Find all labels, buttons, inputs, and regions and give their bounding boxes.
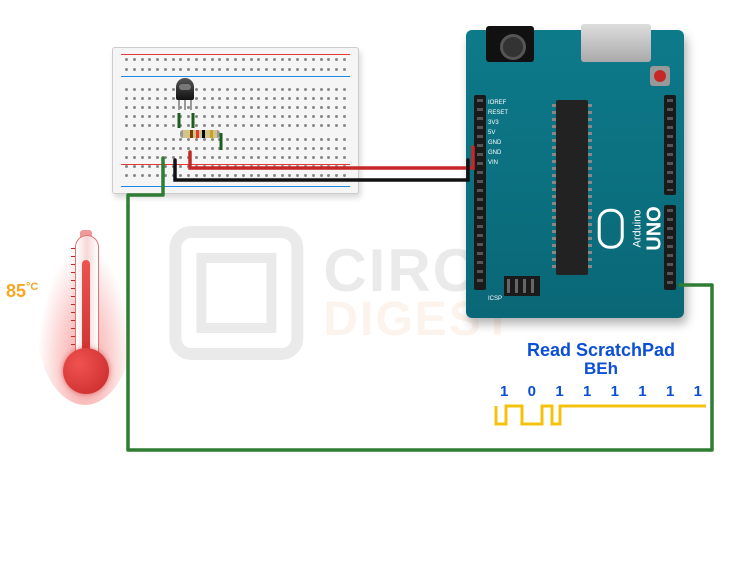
model-label: UNO — [643, 206, 666, 250]
pin-label: 3V3 — [488, 120, 499, 126]
infinity-icon — [597, 209, 623, 249]
pin-label: VIN — [488, 160, 498, 166]
usb-port — [581, 24, 651, 62]
power-jack — [486, 26, 534, 62]
temperature-readout: 85°C — [6, 281, 38, 302]
signal-bits-row: 1 0 1 1 1 1 1 1 — [492, 379, 710, 400]
bit: 1 — [666, 383, 674, 400]
breadboard — [112, 47, 359, 194]
temp-unit: °C — [26, 281, 38, 293]
brand-label: Arduino — [631, 206, 643, 250]
microcontroller-chip — [556, 100, 588, 275]
bit: 1 — [500, 383, 508, 400]
digital-header-1[interactable] — [664, 95, 676, 195]
bit: 1 — [638, 383, 646, 400]
power-analog-header[interactable] — [474, 95, 486, 290]
pullup-resistor — [180, 130, 220, 138]
watermark-chip-icon — [169, 226, 303, 360]
thermometer-icon — [45, 230, 125, 415]
signal-waveform — [492, 402, 710, 430]
signal-title: Read ScratchPad — [492, 340, 710, 361]
pin-label: 5V — [488, 130, 495, 136]
arduino-logo: Arduino UNO — [597, 206, 666, 250]
bit: 0 — [528, 383, 536, 400]
bb-rail-bot-neg — [121, 186, 350, 187]
temperature-sensor — [176, 78, 194, 100]
bb-rail-top-pos — [121, 54, 350, 55]
signal-hex: BEh — [492, 359, 710, 379]
reset-button[interactable] — [650, 66, 670, 86]
pin-label: IOREF — [488, 100, 506, 106]
icsp-header[interactable] — [504, 276, 540, 296]
pin-label: GND — [488, 150, 501, 156]
bit: 1 — [611, 383, 619, 400]
arduino-board: Arduino UNO IOREF RESET 3V3 5V GND GND V… — [466, 30, 684, 318]
signal-panel: Read ScratchPad BEh 1 0 1 1 1 1 1 1 — [492, 340, 710, 430]
bit: 1 — [694, 383, 702, 400]
pin-label: GND — [488, 140, 501, 146]
bit: 1 — [555, 383, 563, 400]
pin-label: RESET — [488, 110, 508, 116]
icsp-label: ICSP — [488, 296, 502, 302]
temp-value: 85 — [6, 281, 26, 301]
bit: 1 — [583, 383, 591, 400]
bb-rail-top-neg — [121, 76, 350, 77]
